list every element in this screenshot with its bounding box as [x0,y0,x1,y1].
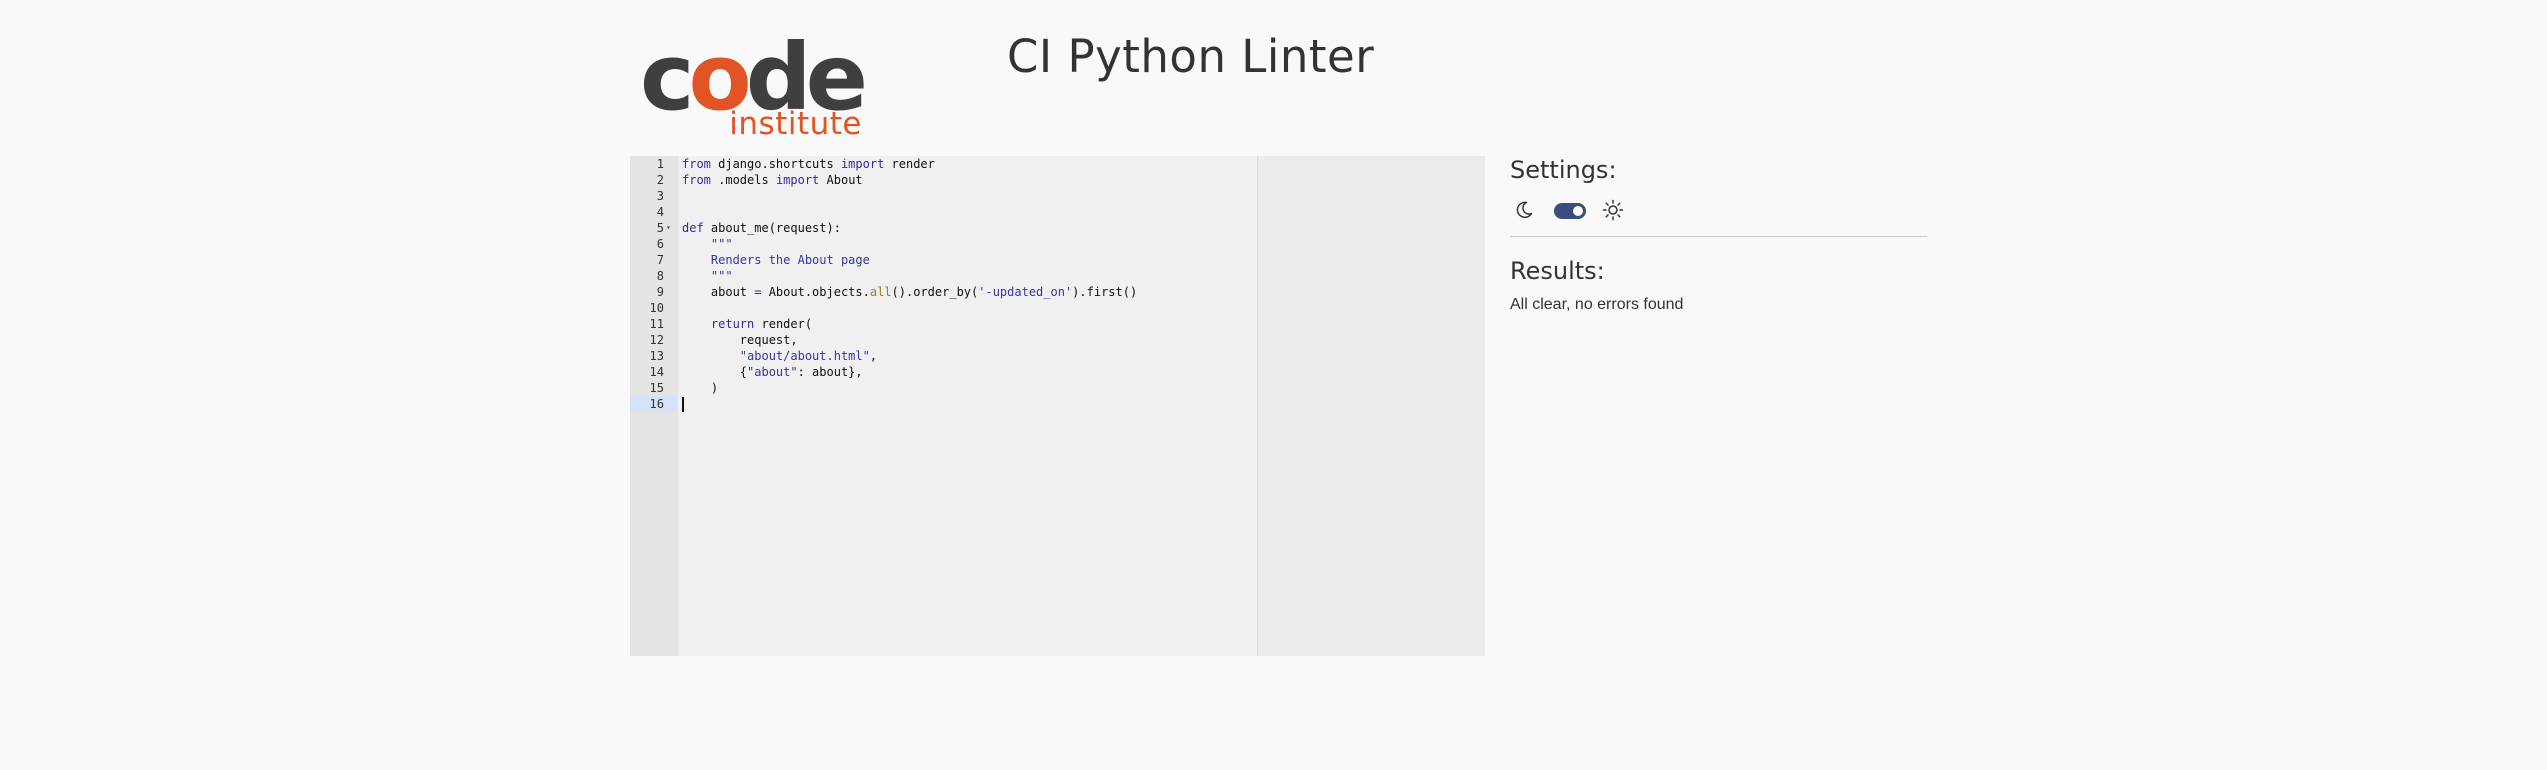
code-text: return render( [710,317,813,331]
code-text: about = About.objects.all().order_by('-u… [682,285,1138,299]
line-number: 3 [656,189,664,203]
code-line[interactable]: 1 from django.shortcuts import render [630,156,1485,172]
results-message: All clear, no errors found [1510,296,1684,313]
code-line[interactable]: 11 return render( [630,316,1485,332]
code-editor[interactable]: 1 from django.shortcuts import render 2 fro… [630,156,1485,656]
panel-divider [1510,236,1927,237]
code-line[interactable]: 5 ▾ def about_me(request): [630,220,1485,236]
code-line[interactable]: 4 [630,204,1485,220]
theme-toggle-switch[interactable] [1554,203,1586,219]
moon-icon [1514,200,1534,224]
theme-toggle-row [1510,194,1710,224]
code-line[interactable]: 3 [630,188,1485,204]
page: code institute CI Python Linter 1 from dj… [0,0,2547,770]
code-line[interactable]: 13 "about/about.html", [630,348,1485,364]
code-text: "about/about.html", [739,349,878,363]
line-number: 9 [656,285,664,299]
line-number: 8 [656,269,664,283]
line-number: 1 [656,157,664,171]
line-number: 10 [649,301,664,315]
code-line[interactable]: 10 [630,300,1485,316]
toggle-knob [1573,206,1583,216]
code-line[interactable]: 8 """ [630,268,1485,284]
fold-toggle-icon[interactable]: ▾ [666,220,671,236]
text-cursor [682,397,684,412]
code-line[interactable]: 9 about = About.objects.all().order_by('… [630,284,1485,300]
code-line[interactable]: 6 """ [630,236,1485,252]
code-text: Renders the About page [682,253,870,267]
sun-icon [1602,199,1624,225]
code-text: from django.shortcuts import render [682,157,935,171]
settings-heading: Settings: [1510,156,1617,184]
line-number: 13 [649,349,664,363]
results-heading: Results: [1510,257,1605,285]
line-number: 14 [649,365,664,379]
code-text: request, [682,333,798,347]
code-text: """ [682,237,733,251]
line-number: 16 [649,397,664,411]
code-line[interactable]: 12 request, [630,332,1485,348]
code-line[interactable]: 2 from .models import About [630,172,1485,188]
code-text: ) [682,381,719,395]
logo-subtitle: institute [729,106,862,142]
code-text: """ [682,269,733,283]
line-number: 5 [656,221,664,235]
code-institute-logo[interactable]: code institute [640,32,870,143]
line-number: 12 [649,333,664,347]
code-line[interactable]: 14 {"about": about}, [630,364,1485,380]
line-number: 15 [649,381,664,395]
code-line[interactable]: 7 Renders the About page [630,252,1485,268]
code-line[interactable]: 15 ) [630,380,1485,396]
code-text: {"about": about}, [682,365,863,379]
line-number: 6 [656,237,664,251]
line-number: 2 [656,173,664,187]
code-text: from .models import About [682,173,863,187]
code-line[interactable]: 16 [630,396,1485,412]
line-number: 7 [656,253,664,267]
line-number: 4 [656,205,664,219]
page-title: CI Python Linter [1007,30,1375,83]
line-number: 11 [649,317,664,331]
code-text: def about_me(request): [682,221,841,235]
